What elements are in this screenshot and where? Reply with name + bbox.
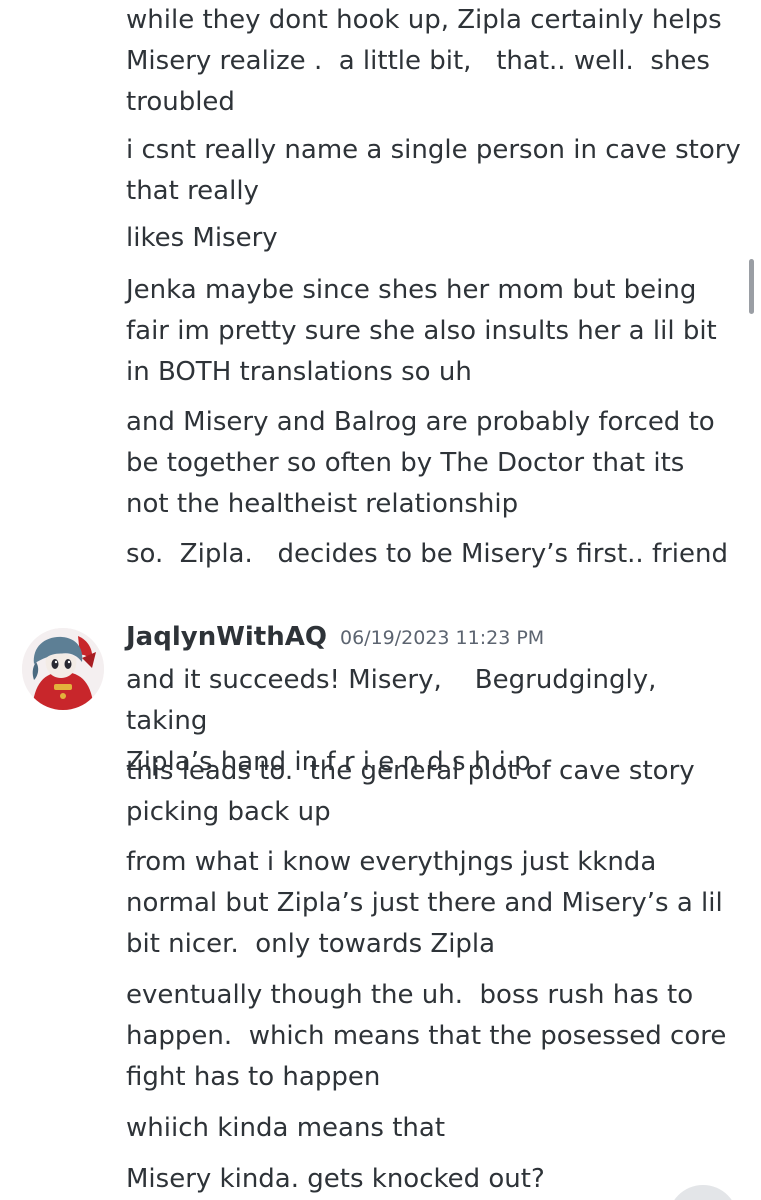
character-avatar-icon xyxy=(22,628,104,710)
author-name[interactable]: JaqlynWithAQ xyxy=(126,617,327,657)
message-text: while they dont hook up, Zipla certainly… xyxy=(126,5,722,117)
message-text: Jenka maybe since shes her mom but being… xyxy=(126,275,717,387)
message-text: so. Zipla. decides to be Misery’s first.… xyxy=(126,539,728,569)
message-text: from what i know everythjngs just kknda … xyxy=(126,847,723,959)
message-text: eventually though the uh. boss rush has … xyxy=(126,980,727,1092)
message-text: whiich kinda means that xyxy=(126,1113,446,1143)
message-text: and Misery and Balrog are probably force… xyxy=(126,407,715,519)
message-text: i csnt really name a single person in ca… xyxy=(126,135,741,206)
message-text: this leads to. the general plot of cave … xyxy=(126,756,695,827)
message-text: likes Misery xyxy=(126,223,278,253)
user-avatar[interactable] xyxy=(22,628,104,710)
message-text: Misery kinda. gets knocked out? xyxy=(126,1164,545,1194)
message-timestamp: 06/19/2023 11:23 PM xyxy=(340,627,545,649)
scrollbar-thumb[interactable] xyxy=(749,259,754,314)
chat-message-list: while they dont hook up, Zipla certainly… xyxy=(0,0,761,1200)
